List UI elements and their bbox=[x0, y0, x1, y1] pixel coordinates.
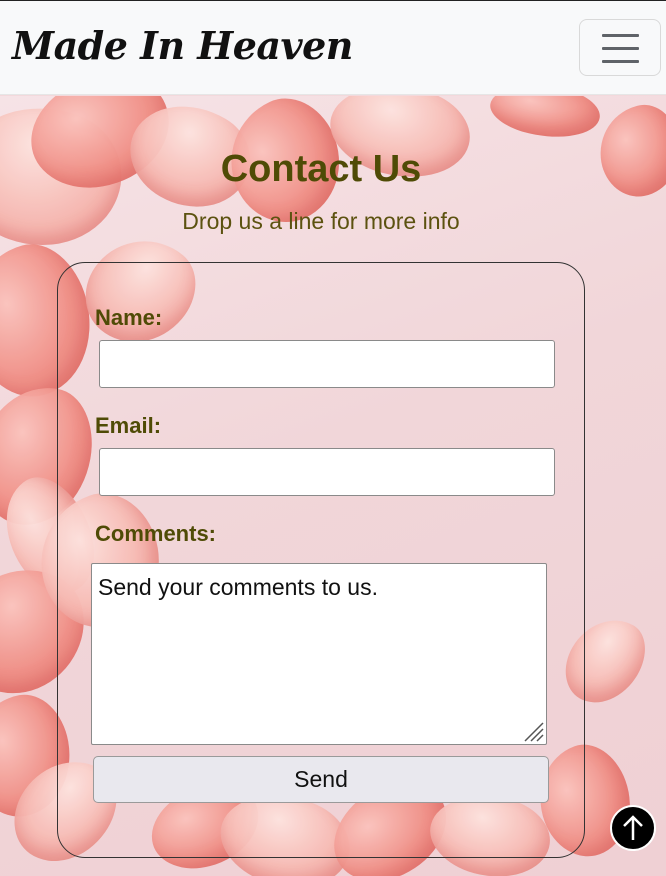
hamburger-menu-icon bbox=[602, 47, 639, 50]
hamburger-menu-icon bbox=[602, 60, 639, 63]
hamburger-menu-icon bbox=[602, 34, 639, 37]
page-subtitle: Drop us a line for more info bbox=[182, 208, 460, 234]
navbar: Made In Heaven bbox=[0, 0, 666, 95]
comments-label: Comments: bbox=[95, 521, 217, 546]
send-button[interactable]: Send bbox=[93, 756, 549, 803]
resize-grip-icon[interactable] bbox=[522, 720, 544, 742]
menu-toggle-button[interactable] bbox=[579, 19, 661, 76]
back-to-top-button[interactable] bbox=[610, 805, 656, 851]
name-field[interactable] bbox=[99, 340, 555, 388]
name-label: Name: bbox=[95, 305, 163, 330]
page-title: Contact Us bbox=[220, 148, 422, 190]
comments-textarea[interactable]: Send your comments to us. bbox=[91, 563, 547, 745]
email-field[interactable] bbox=[99, 448, 555, 496]
brand-logo[interactable]: Made In Heaven bbox=[12, 23, 353, 68]
comments-text: Send your comments to us. bbox=[98, 574, 378, 600]
arrow-up-icon bbox=[623, 815, 643, 840]
email-label: Email: bbox=[95, 413, 162, 438]
